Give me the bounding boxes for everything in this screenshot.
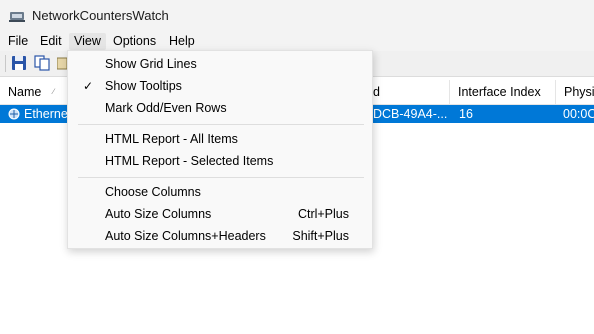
menu-item-label: Choose Columns xyxy=(105,185,201,199)
menu-item-shortcut: Ctrl+Plus xyxy=(297,207,349,221)
menu-item-auto-size-columns[interactable]: Auto Size Columns Ctrl+Plus xyxy=(68,203,372,225)
toolbar-separator xyxy=(5,55,6,72)
menu-item-label: Auto Size Columns+Headers xyxy=(105,229,266,243)
menu-item-label: Auto Size Columns xyxy=(105,207,212,221)
menu-item-label: Show Tooltips xyxy=(105,79,182,93)
network-adapter-icon xyxy=(8,108,20,120)
menu-item-mark-odd-even-rows[interactable]: Mark Odd/Even Rows xyxy=(68,97,372,119)
menu-item-show-tooltips[interactable]: ✓ Show Tooltips xyxy=(68,75,372,97)
menu-item-show-grid-lines[interactable]: Show Grid Lines xyxy=(68,53,372,75)
menu-view[interactable]: View xyxy=(69,33,106,50)
menu-item-html-report-all[interactable]: HTML Report - All Items xyxy=(68,128,372,150)
column-header-id-label: d xyxy=(373,85,380,99)
menu-item-shortcut: Shift+Plus xyxy=(292,229,349,243)
column-header-interface-index-label: Interface Index xyxy=(458,85,541,99)
title-bar: NetworkCountersWatch xyxy=(0,0,594,32)
menu-item-label: HTML Report - All Items xyxy=(105,132,238,146)
column-header-physical[interactable]: Physic xyxy=(556,80,594,104)
column-header-name-label: Name xyxy=(8,85,42,99)
cell-id: DCB-49A4-... xyxy=(373,107,448,121)
cell-interface-index: 16 xyxy=(459,107,473,121)
properties-icon[interactable] xyxy=(57,55,67,71)
menu-file[interactable]: File xyxy=(3,33,33,50)
cell-name: Ethernet xyxy=(24,107,68,121)
sort-arrow-icon: ∕ xyxy=(53,87,55,96)
window-title: NetworkCountersWatch xyxy=(32,8,169,23)
app-icon xyxy=(9,12,25,22)
column-header-interface-index[interactable]: Interface Index xyxy=(450,80,556,104)
column-header-name[interactable]: Name ∕ xyxy=(0,80,70,104)
checkmark-icon: ✓ xyxy=(83,79,94,93)
menu-options[interactable]: Options xyxy=(108,33,161,50)
menu-edit[interactable]: Edit xyxy=(35,33,67,50)
save-icon[interactable] xyxy=(11,55,27,71)
view-menu-dropdown: Show Grid Lines ✓ Show Tooltips Mark Odd… xyxy=(67,50,373,249)
menu-item-auto-size-columns-headers[interactable]: Auto Size Columns+Headers Shift+Plus xyxy=(68,225,372,247)
menu-item-choose-columns[interactable]: Choose Columns xyxy=(68,181,372,203)
menu-item-label: Mark Odd/Even Rows xyxy=(105,101,227,115)
menu-separator xyxy=(78,177,364,178)
menu-bar: File Edit View Options Help xyxy=(0,32,594,51)
menu-help[interactable]: Help xyxy=(164,33,200,50)
menu-item-label: HTML Report - Selected Items xyxy=(105,154,274,168)
column-header-physical-label: Physic xyxy=(564,85,594,99)
menu-item-label: Show Grid Lines xyxy=(105,57,197,71)
copy-icon[interactable] xyxy=(34,55,50,71)
menu-item-html-report-selected[interactable]: HTML Report - Selected Items xyxy=(68,150,372,172)
column-header-id[interactable]: d xyxy=(365,80,450,104)
menu-separator xyxy=(78,124,364,125)
cell-physical: 00:0C: xyxy=(563,107,594,121)
